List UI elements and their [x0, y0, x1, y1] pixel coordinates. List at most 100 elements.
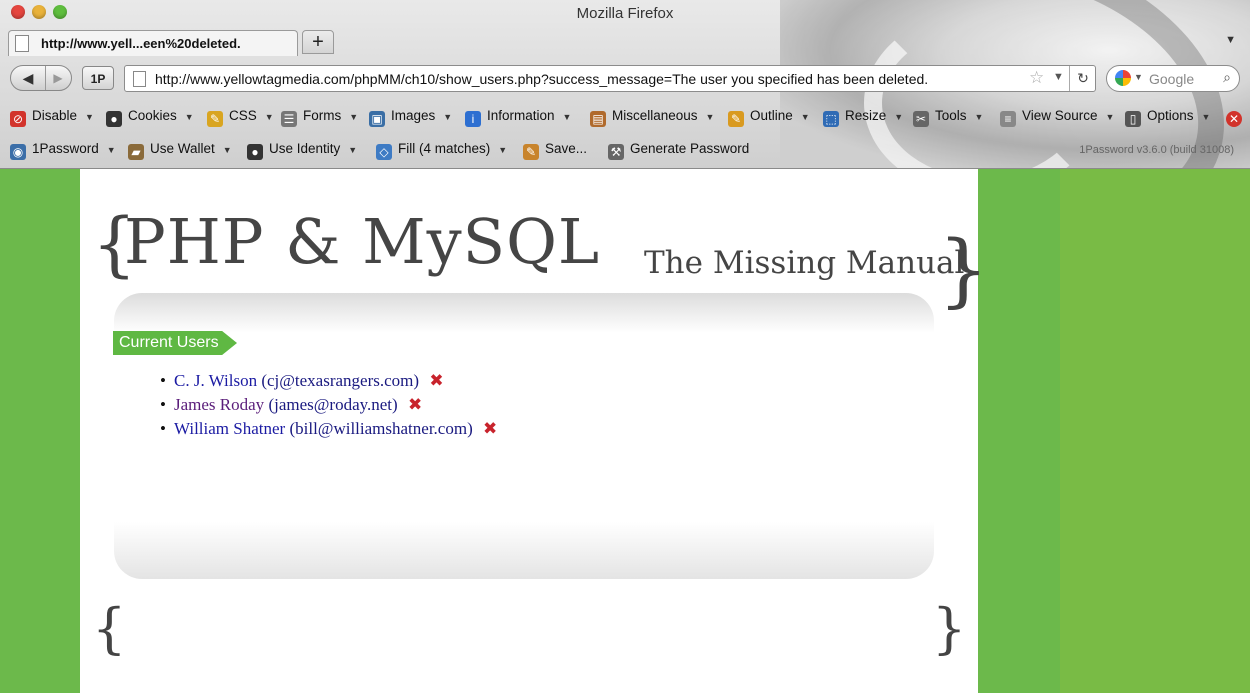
dropdown-arrow-icon[interactable]: ▼ — [1106, 112, 1115, 122]
web-page: { PHP & MySQL The Missing Manual } Curre… — [0, 169, 1250, 693]
toolbar-item-cookies[interactable]: ● Cookies ▼ — [106, 108, 194, 128]
resize-icon: ⬚ — [823, 111, 839, 127]
disable-icon: ⊘ — [10, 111, 26, 127]
toolbar-item-outline[interactable]: ✎ Outline ▼ — [728, 108, 810, 128]
toolbar-item-1password[interactable]: ◉ 1Password ▼ — [10, 141, 116, 161]
toolbar-item-information[interactable]: i Information ▼ — [465, 108, 571, 128]
toolbar-item-css[interactable]: ✎ CSS ▼ — [207, 108, 274, 128]
tab-active[interactable]: http://www.yell...een%20deleted. — [8, 30, 298, 56]
dropdown-arrow-icon[interactable]: ▼ — [349, 112, 358, 122]
view-source-icon: ≡ — [1000, 111, 1016, 127]
back-forward-group: ◀ ▶ — [10, 65, 72, 91]
tools-icon: ✂ — [913, 111, 929, 127]
identity-icon: ● — [247, 144, 263, 160]
tab-list-dropdown-icon[interactable]: ▼ — [1225, 34, 1236, 46]
list-item: James Roday (james@roday.net) ✖ — [160, 395, 497, 419]
section-label: Current Users — [113, 331, 237, 355]
forms-icon: ☰ — [281, 111, 297, 127]
toolbar-item-miscellaneous[interactable]: ▤ Miscellaneous ▼ — [590, 108, 714, 128]
dropdown-arrow-icon[interactable]: ▼ — [107, 145, 116, 155]
user-name-link[interactable]: C. J. Wilson — [174, 371, 257, 390]
page-sheet: { PHP & MySQL The Missing Manual } Curre… — [80, 169, 989, 693]
dropdown-arrow-icon[interactable]: ▼ — [348, 145, 357, 155]
search-placeholder[interactable]: Google — [1149, 71, 1194, 87]
dropdown-arrow-icon[interactable]: ▼ — [265, 112, 274, 122]
dropdown-arrow-icon[interactable]: ▼ — [443, 112, 452, 122]
web-developer-toolbar: ⊘ Disable ▼ ● Cookies ▼ ✎ CSS ▼ ☰ Forms ▼ ▣ Images ▼ i I… — [0, 104, 1250, 132]
onepassword-button[interactable]: 1P — [82, 66, 114, 90]
new-tab-button[interactable]: + — [302, 30, 334, 54]
onepassword-version: 1Password v3.6.0 (build 31008) — [1079, 144, 1234, 156]
history-dropdown-icon[interactable]: ▼ — [1053, 71, 1064, 83]
search-icon[interactable]: ⌕ — [1223, 69, 1231, 86]
generate-icon: ⚒ — [608, 144, 624, 160]
toolbar-item-use-identity[interactable]: ● Use Identity ▼ — [247, 141, 357, 161]
toolbar-label: Fill (4 matches) — [398, 141, 491, 156]
dropdown-arrow-icon[interactable]: ▼ — [706, 112, 715, 122]
dropdown-arrow-icon[interactable]: ▼ — [85, 112, 94, 122]
toolbar-label: Resize — [845, 108, 887, 123]
dropdown-arrow-icon[interactable]: ▼ — [185, 112, 194, 122]
title-bar: Mozilla Firefox — [0, 0, 1250, 26]
brace-decoration: { — [92, 597, 127, 660]
user-name-link[interactable]: James Roday — [174, 395, 264, 414]
site-subtitle: The Missing Manual — [644, 245, 965, 281]
toolbar-item-generate-password[interactable]: ⚒ Generate Password — [608, 141, 749, 161]
google-icon[interactable] — [1115, 70, 1131, 86]
toolbar-item-fill-4-matches[interactable]: ◇ Fill (4 matches) ▼ — [376, 141, 507, 161]
dropdown-arrow-icon[interactable]: ▼ — [498, 145, 507, 155]
toolbar-label: Save... — [545, 141, 588, 156]
toolbar-item-tools[interactable]: ✂ Tools ▼ — [913, 108, 983, 128]
brace-decoration: } — [932, 597, 967, 660]
toolbar-item-use-wallet[interactable]: ▰ Use Wallet ▼ — [128, 141, 232, 161]
url-text[interactable]: http://www.yellowtagmedia.com/phpMM/ch10… — [155, 71, 928, 87]
toolbar-item-forms[interactable]: ☰ Forms ▼ — [281, 108, 358, 128]
toolbar-item-resize[interactable]: ⬚ Resize ▼ — [823, 108, 903, 128]
page-icon — [15, 35, 29, 52]
dropdown-arrow-icon[interactable]: ▼ — [801, 112, 810, 122]
user-email: (bill@williamshatner.com) — [289, 419, 473, 438]
close-toolbar-icon[interactable]: ✕ — [1226, 108, 1248, 128]
onepassword-toolbar: 1Password v3.6.0 (build 31008) ◉ 1Passwor… — [0, 137, 1250, 165]
bookmark-star-icon[interactable]: ☆ — [1029, 68, 1044, 88]
background-stripe — [1060, 169, 1250, 693]
tab-bar: http://www.yell...een%20deleted. + ▼ — [0, 26, 1250, 56]
delete-icon[interactable]: ✖ — [429, 371, 443, 391]
toolbar-label: Generate Password — [630, 141, 750, 156]
browser-chrome: Mozilla Firefox http://www.yell...een%20… — [0, 0, 1250, 169]
window-title: Mozilla Firefox — [576, 5, 674, 22]
onepassword-icon: ◉ — [10, 144, 26, 160]
toolbar-label: Use Wallet — [150, 141, 215, 156]
toolbar-label: Images — [391, 108, 436, 123]
dropdown-arrow-icon[interactable]: ▼ — [1202, 112, 1211, 122]
delete-icon[interactable]: ✖ — [483, 419, 497, 439]
user-name-link[interactable]: William Shatner — [174, 419, 285, 438]
toolbar-item-options[interactable]: ▯ Options ▼ — [1125, 108, 1210, 128]
dropdown-arrow-icon[interactable]: ▼ — [223, 145, 232, 155]
delete-icon[interactable]: ✖ — [408, 395, 422, 415]
engine-dropdown-icon[interactable]: ▼ — [1134, 72, 1143, 82]
back-button[interactable]: ◀ — [11, 66, 46, 90]
save-icon: ✎ — [523, 144, 539, 160]
toolbar-label: View Source — [1022, 108, 1098, 123]
search-box[interactable]: ▼ Google ⌕ — [1106, 65, 1240, 92]
fill-icon: ◇ — [376, 144, 392, 160]
toolbar-label: Options — [1147, 108, 1194, 123]
url-bar[interactable]: http://www.yellowtagmedia.com/phpMM/ch10… — [124, 65, 1096, 92]
toolbar-item-save[interactable]: ✎ Save... — [523, 141, 587, 161]
toolbar-label: Tools — [935, 108, 967, 123]
reload-icon[interactable]: ↻ — [1069, 66, 1096, 91]
dropdown-arrow-icon[interactable]: ▼ — [563, 112, 572, 122]
forward-button[interactable]: ▶ — [45, 66, 71, 90]
toolbar-item-view-source[interactable]: ≡ View Source ▼ — [1000, 108, 1114, 128]
toolbar-label: Information — [487, 108, 555, 123]
toolbar-label: Cookies — [128, 108, 177, 123]
toolbar-item-images[interactable]: ▣ Images ▼ — [369, 108, 452, 128]
tab-label: http://www.yell...een%20deleted. — [41, 36, 241, 51]
dropdown-arrow-icon[interactable]: ▼ — [975, 112, 984, 122]
user-email: (cj@texasrangers.com) — [261, 371, 420, 390]
dropdown-arrow-icon[interactable]: ▼ — [894, 112, 903, 122]
toolbar-label: 1Password — [32, 141, 99, 156]
toolbar-label: Miscellaneous — [612, 108, 698, 123]
toolbar-item-disable[interactable]: ⊘ Disable ▼ — [10, 108, 94, 128]
